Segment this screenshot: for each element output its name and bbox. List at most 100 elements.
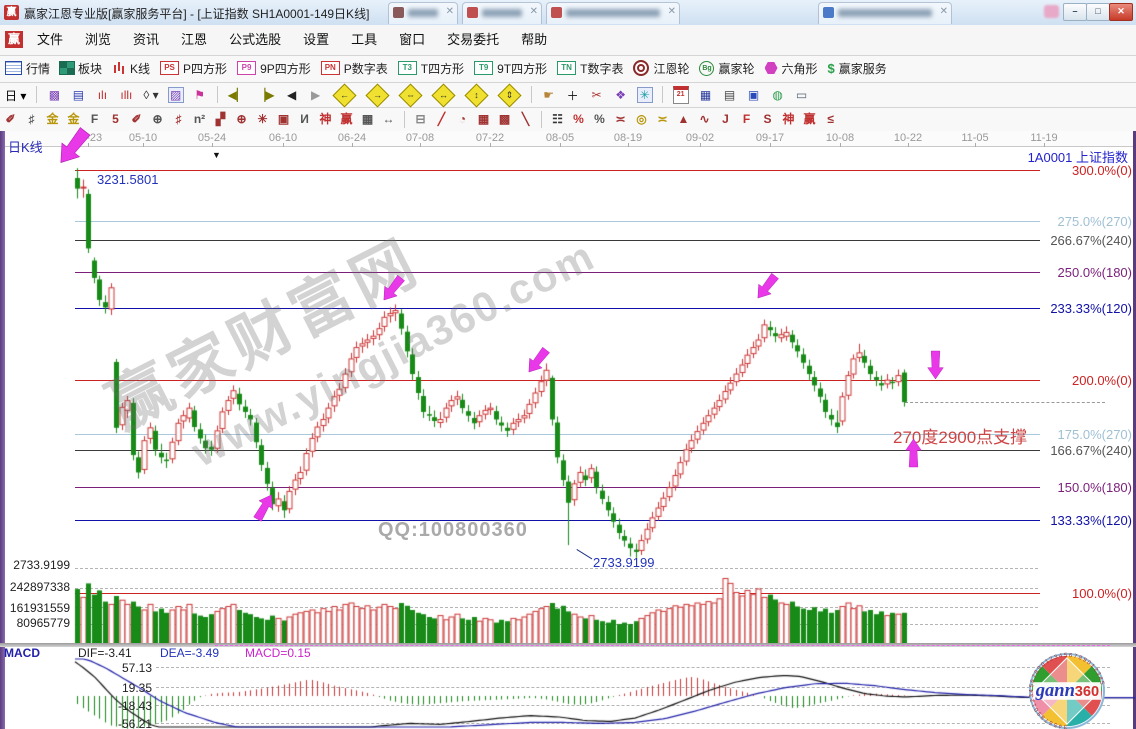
tab-close-icon[interactable]: ✕	[668, 6, 676, 17]
draw-tool-icon[interactable]: n²	[192, 108, 207, 130]
tool-winner-service[interactable]: $赢家服务	[825, 57, 890, 79]
draw-tool-icon[interactable]: ✐	[3, 108, 18, 130]
menu-帮助[interactable]: 帮助	[510, 25, 558, 55]
menu-公式选股[interactable]: 公式选股	[218, 25, 292, 55]
draw-tool-icon[interactable]: 赢	[339, 108, 354, 130]
tool-p-square[interactable]: PSP四方形	[157, 57, 230, 79]
draw-tool-icon[interactable]: %	[592, 108, 607, 130]
tool-color-kline[interactable]: ⚑	[190, 84, 210, 106]
tool-pan-left[interactable]: ←	[330, 84, 359, 106]
tab-close-icon[interactable]: ✕	[530, 6, 538, 17]
tool-go-next[interactable]: ▶	[306, 84, 326, 106]
tool-notes[interactable]: ▤	[720, 84, 740, 106]
draw-tool-icon[interactable]: ⊕	[234, 108, 249, 130]
triangle-marker[interactable]: ▼	[212, 150, 221, 160]
draw-tool-icon[interactable]: ╱	[434, 108, 449, 130]
draw-tool-icon[interactable]: ≍	[655, 108, 670, 130]
draw-tool-icon[interactable]: ▦	[360, 108, 375, 130]
menu-江恩[interactable]: 江恩	[170, 25, 218, 55]
draw-tool-icon[interactable]: ♯	[171, 108, 186, 130]
tab-close-icon[interactable]: ✕	[446, 6, 454, 17]
draw-tool-icon[interactable]: 赢	[802, 108, 817, 130]
tool-delete-draw[interactable]: ✂	[587, 84, 607, 106]
draw-tool-icon[interactable]: ≤	[823, 108, 838, 130]
draw-tool-icon[interactable]: 金	[45, 108, 60, 130]
tool-mark-tool[interactable]: ❖	[611, 84, 631, 106]
draw-tool-icon[interactable]: ▞	[213, 108, 228, 130]
tool-zoom-out-h[interactable]: ⇔	[396, 84, 425, 106]
draw-tool-icon[interactable]: ▩	[497, 108, 512, 130]
tool-calculator[interactable]: ▦	[696, 84, 716, 106]
menu-窗口[interactable]: 窗口	[388, 25, 436, 55]
tool-fit-all[interactable]: ⇕	[495, 84, 524, 106]
menu-文件[interactable]: 文件	[26, 25, 74, 55]
draw-tool-icon[interactable]: ▲	[676, 108, 691, 130]
tool-pan-right[interactable]: →	[363, 84, 392, 106]
tool-t-number[interactable]: TNT数字表	[554, 57, 626, 79]
draw-tool-icon[interactable]: ☷	[550, 108, 565, 130]
tool-t-square[interactable]: T3T四方形	[395, 57, 467, 79]
magenta-arrow-annotation[interactable]	[903, 438, 924, 468]
tool-range-stats[interactable]: ▨	[166, 84, 186, 106]
browser-tab[interactable]: ✕	[818, 2, 952, 24]
draw-tool-icon[interactable]: ◎	[634, 108, 649, 130]
tool-go-first[interactable]: ◀▏	[225, 84, 249, 106]
browser-tab[interactable]: ✕	[388, 2, 458, 24]
tool-winner-wheel[interactable]: Bg赢家轮	[696, 57, 757, 79]
draw-tool-icon[interactable]: F	[739, 108, 754, 130]
menu-资讯[interactable]: 资讯	[122, 25, 170, 55]
draw-tool-icon[interactable]: ✳	[255, 108, 270, 130]
tool-kline[interactable]: K线	[109, 57, 153, 79]
tool-calendar[interactable]: 21	[670, 84, 692, 106]
tool-big-axis[interactable]: ıllı	[116, 84, 136, 106]
draw-tool-icon[interactable]: ⊕	[150, 108, 165, 130]
tool-crosshair-tool[interactable]: ＋	[563, 84, 583, 106]
minimize-button[interactable]: –	[1063, 3, 1087, 21]
close-button[interactable]: ✕	[1109, 3, 1133, 21]
macd-title[interactable]: MACD	[4, 646, 40, 660]
draw-tool-icon[interactable]: И	[297, 108, 312, 130]
browser-tab[interactable]: ✕	[462, 2, 542, 24]
menu-设置[interactable]: 设置	[292, 25, 340, 55]
draw-tool-icon[interactable]: J	[718, 108, 733, 130]
draw-tool-icon[interactable]: 神	[318, 108, 333, 130]
maximize-button[interactable]: □	[1086, 3, 1110, 21]
draw-tool-icon[interactable]: ▦	[476, 108, 491, 130]
tool-net-share[interactable]: ◍	[768, 84, 788, 106]
tool-period-day[interactable]: 日 ▾	[2, 84, 29, 106]
tool-zoom-v[interactable]: ↕	[462, 84, 491, 106]
browser-tab[interactable]: ✕	[546, 2, 680, 24]
tool-hexagon[interactable]: 六角形	[762, 57, 821, 79]
tool-go-prev[interactable]: ◀	[282, 84, 302, 106]
tool-fit-width[interactable]: ↔	[429, 84, 458, 106]
tool-go-last[interactable]: ▕▶	[253, 84, 277, 106]
magenta-arrow-annotation[interactable]	[925, 350, 946, 380]
tool-p-number[interactable]: PNP数字表	[318, 57, 391, 79]
tool-small-axis[interactable]: ılı	[92, 84, 112, 106]
tool-save[interactable]: ▣	[744, 84, 764, 106]
draw-tool-icon[interactable]: ⊟	[413, 108, 428, 130]
draw-tool-icon[interactable]: S	[760, 108, 775, 130]
draw-tool-icon[interactable]: ≍	[613, 108, 628, 130]
tool-quotes[interactable]: 行情	[2, 57, 53, 79]
draw-tool-icon[interactable]: ✐	[129, 108, 144, 130]
draw-tool-icon[interactable]: ∿	[697, 108, 712, 130]
tool-list-view[interactable]: ▤	[68, 84, 88, 106]
tool-sectors[interactable]: 板块	[57, 57, 105, 79]
draw-tool-icon[interactable]: F	[87, 108, 102, 130]
tool-9p-square[interactable]: P99P四方形	[234, 57, 314, 79]
draw-tool-icon[interactable]: 神	[781, 108, 796, 130]
draw-tool-icon[interactable]: %	[571, 108, 586, 130]
tool-9t-square[interactable]: T99T四方形	[471, 57, 550, 79]
tool-overview[interactable]: ▩	[44, 84, 64, 106]
draw-tool-icon[interactable]: ↔	[381, 108, 396, 130]
draw-tool-icon[interactable]: ♯	[24, 108, 39, 130]
tool-print[interactable]: ▭	[792, 84, 812, 106]
tab-close-icon[interactable]: ✕	[940, 6, 948, 17]
menu-浏览[interactable]: 浏览	[74, 25, 122, 55]
tool-hand-tool[interactable]: ☛	[539, 84, 559, 106]
menu-工具[interactable]: 工具	[340, 25, 388, 55]
draw-tool-icon[interactable]: 5	[108, 108, 123, 130]
tool-gann-wheel[interactable]: 江恩轮	[630, 57, 692, 79]
draw-tool-icon[interactable]: ◔	[455, 108, 470, 130]
